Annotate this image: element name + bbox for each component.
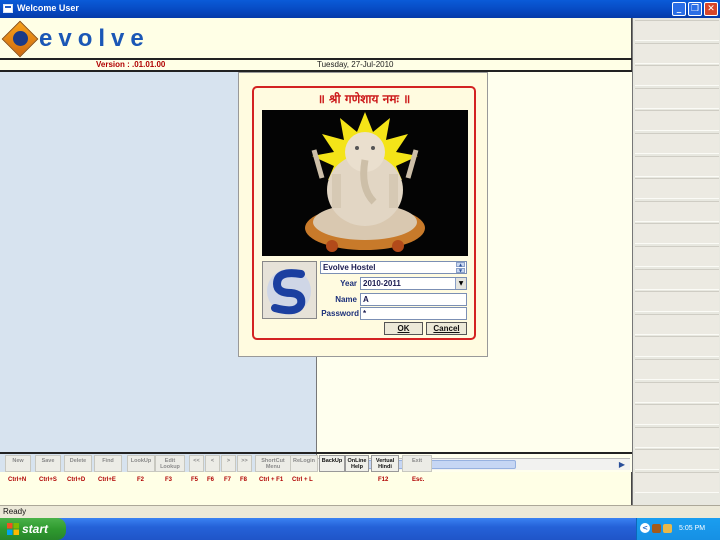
toolbar-button-edit-lookup[interactable]: Edit Lookup: [155, 455, 185, 472]
shortcut-label: Ctrl+E: [98, 477, 116, 483]
tray-network-icon[interactable]: [663, 524, 672, 533]
brand-logo: [262, 261, 317, 319]
shortcut-label: F8: [240, 477, 248, 483]
year-label: Year: [340, 279, 357, 288]
shortcut-label: Ctrl+N: [8, 477, 27, 483]
toolbar-button-delete[interactable]: Delete: [64, 455, 92, 472]
side-panel-row: [635, 223, 719, 245]
restore-icon[interactable]: ❐: [688, 2, 702, 16]
toolbar-button-relogin[interactable]: ReLogin: [290, 455, 318, 472]
side-panel-row: [635, 381, 719, 403]
side-panel-row: [635, 426, 719, 448]
ganesha-image: [262, 110, 468, 256]
clock: 5:05 PM: [679, 525, 706, 532]
dialog-heading: ॥ श्री गणेशाय नमः ॥: [317, 92, 411, 106]
side-panel-row: [635, 20, 719, 41]
side-panel-row: [635, 42, 719, 64]
side-panel-row: [635, 200, 719, 222]
side-panel-row: [635, 313, 719, 335]
side-panel-row: [635, 155, 719, 177]
side-panel-row: [635, 110, 719, 132]
shortcut-label: F2: [137, 477, 145, 483]
tray-app-icon[interactable]: [652, 524, 661, 533]
side-panel-row: [635, 268, 719, 290]
toolbar-button-find[interactable]: Find: [94, 455, 122, 472]
taskbar: start < 5:05 PM: [0, 518, 720, 540]
toolbar-button-exit[interactable]: Exit: [402, 455, 432, 472]
side-panel-row: [635, 404, 719, 426]
password-label: Password: [321, 309, 359, 318]
date-label: Tuesday, 27-Jul-2010: [317, 60, 394, 69]
company-select[interactable]: Evolve Hostel ▲ ▼: [320, 261, 467, 274]
name-field[interactable]: A: [360, 293, 467, 306]
shortcut-label: Ctrl+S: [39, 477, 57, 483]
toolbar-button-backup[interactable]: BackUp: [319, 455, 345, 472]
side-panel-row: [635, 133, 719, 154]
password-field[interactable]: *: [360, 307, 467, 320]
start-button[interactable]: start: [0, 518, 66, 540]
cancel-button[interactable]: Cancel: [426, 322, 467, 335]
window-title: Welcome User: [17, 3, 79, 13]
side-panel-row: [635, 472, 719, 493]
toolbar-button-vertual-hindi[interactable]: Vertual Hindi: [371, 455, 399, 472]
toolbar-button-lookup[interactable]: LookUp: [127, 455, 155, 472]
shortcut-label: F3: [165, 477, 173, 483]
shortcut-label: Ctrl + F1: [259, 477, 284, 483]
shortcut-label: Ctrl + L: [292, 477, 313, 483]
toolbar-button-[interactable]: >: [221, 455, 236, 472]
side-panel-row: [635, 178, 719, 200]
shortcut-label: F7: [224, 477, 232, 483]
side-panel-row: [635, 87, 719, 109]
toolbar-button-online-help[interactable]: OnLine Help: [345, 455, 369, 472]
chevron-down-icon[interactable]: ▼: [455, 278, 466, 289]
year-select[interactable]: 2010-2011 ▼: [360, 277, 467, 290]
shortcut-label: F12: [378, 477, 389, 483]
toolbar-button-[interactable]: >>: [237, 455, 252, 472]
name-label: Name: [335, 295, 357, 304]
toolbar-button-shortcut-menu[interactable]: ShortCut Menu: [255, 455, 291, 472]
app-icon: [3, 4, 13, 13]
shortcut-label: F6: [207, 477, 215, 483]
shortcut-label: Ctrl+D: [67, 477, 86, 483]
windows-flag-icon: [7, 523, 19, 535]
header: evolve Version : .01.01.00 Tuesday, 27-J…: [0, 18, 632, 72]
show-hidden-icons-icon[interactable]: <: [640, 523, 650, 533]
login-dialog: ॥ श्री गणेशाय नमः ॥ Evolve Hostel ▲ ▼ Ye…: [238, 72, 488, 357]
evolve-logo: evolve: [1, 20, 145, 58]
side-panel-row: [635, 291, 719, 313]
status-text: Ready: [3, 507, 27, 516]
shortcut-label: F5: [191, 477, 199, 483]
action-toolbar: New Save Delete Find LookUp Edit Lookup << < > >>…: [0, 454, 632, 472]
side-panel-row: [635, 336, 719, 358]
toolbar-button-new[interactable]: New: [5, 455, 31, 472]
side-panel-row: [635, 359, 719, 380]
side-panel-row: [635, 246, 719, 267]
window-titlebar[interactable]: Welcome User _ ❐ ✕: [0, 0, 720, 18]
side-panel-row: [635, 65, 719, 87]
right-side-panel: [632, 18, 720, 505]
ok-button[interactable]: OK: [384, 322, 423, 335]
close-icon[interactable]: ✕: [704, 2, 718, 16]
toolbar-button-[interactable]: <: [205, 455, 220, 472]
toolbar-button-save[interactable]: Save: [35, 455, 61, 472]
version-label: Version : .01.01.00: [96, 60, 166, 69]
minimize-icon[interactable]: _: [672, 2, 686, 16]
toolbar-button-[interactable]: <<: [189, 455, 204, 472]
status-bar: Ready: [0, 505, 720, 518]
side-panel-row: [635, 449, 719, 471]
system-tray: < 5:05 PM: [636, 518, 720, 540]
shortcut-label: Esc.: [412, 477, 425, 483]
